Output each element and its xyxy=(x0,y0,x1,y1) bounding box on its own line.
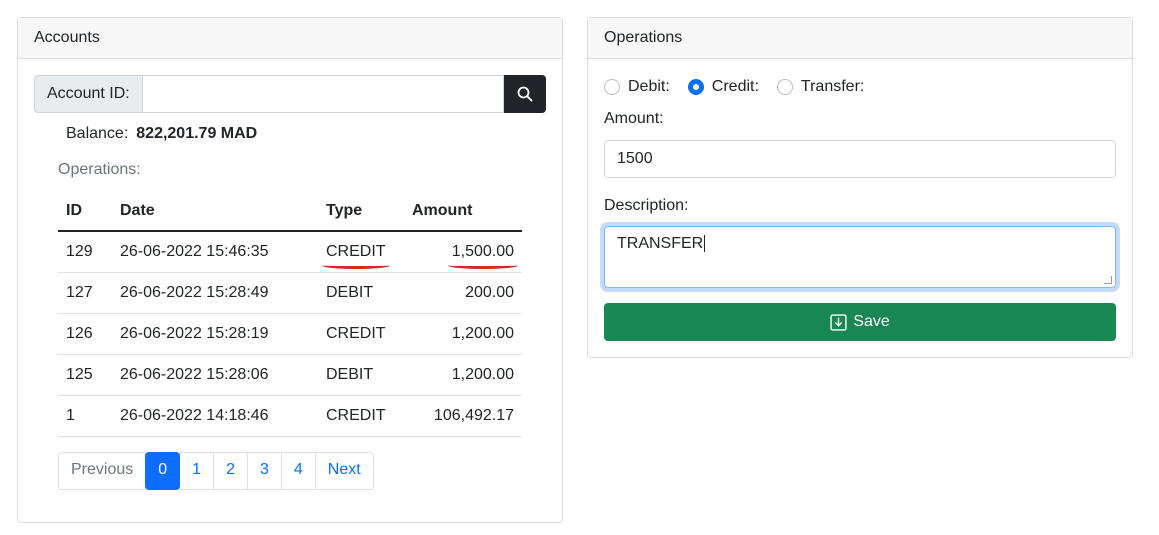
accounts-card: Accounts Account ID: Balance: 822,201.79 … xyxy=(17,17,563,523)
text-cursor xyxy=(704,235,706,252)
cell-id: 125 xyxy=(58,354,112,396)
column-header-type: Type xyxy=(318,191,404,232)
balance-label: Balance: xyxy=(66,125,129,142)
cell-amount: 106,492.17 xyxy=(404,395,522,437)
cell-type-text: CREDIT xyxy=(322,242,390,269)
cell-id: 127 xyxy=(58,272,112,314)
account-id-input-group: Account ID: xyxy=(34,75,546,113)
cell-id: 126 xyxy=(58,313,112,355)
cell-date: 26-06-2022 15:46:35 xyxy=(112,231,318,273)
cell-amount-text: 1,500.00 xyxy=(447,242,519,269)
pagination-page-3[interactable]: 3 xyxy=(246,452,282,490)
cell-amount: 1,200.00 xyxy=(404,354,522,396)
radio-transfer-label: Transfer: xyxy=(800,78,865,95)
pagination-page-4[interactable]: 4 xyxy=(280,452,316,490)
accounts-card-header: Accounts xyxy=(18,18,562,59)
operation-type-radios: Debit: Credit: Transfer: xyxy=(604,78,882,96)
radio-credit[interactable]: Credit: xyxy=(687,78,759,96)
description-textarea[interactable]: TRANSFER xyxy=(604,226,1116,288)
table-row: 129 26-06-2022 15:46:35 CREDIT 1,500.00 xyxy=(58,231,522,273)
cell-amount: 1,500.00 xyxy=(404,231,522,273)
cell-date: 26-06-2022 15:28:19 xyxy=(112,313,318,355)
radio-credit-label: Credit: xyxy=(711,78,759,95)
balance-value: 822,201.79 MAD xyxy=(136,125,258,142)
amount-input[interactable] xyxy=(604,140,1116,178)
column-header-id: ID xyxy=(58,191,112,232)
cell-amount: 200.00 xyxy=(404,272,522,314)
operations-card-header: Operations xyxy=(588,18,1132,59)
balance: Balance: 822,201.79 MAD xyxy=(66,125,257,143)
cell-date: 26-06-2022 15:28:06 xyxy=(112,354,318,396)
table-row: 1 26-06-2022 14:18:46 CREDIT 106,492.17 xyxy=(58,395,522,437)
description-text: TRANSFER xyxy=(617,235,704,252)
pagination-previous[interactable]: Previous xyxy=(58,452,147,490)
cell-date: 26-06-2022 14:18:46 xyxy=(112,395,318,437)
table-row: 127 26-06-2022 15:28:49 DEBIT 200.00 xyxy=(58,272,522,314)
pagination-page-2[interactable]: 2 xyxy=(213,452,248,490)
pagination-page-0[interactable]: 0 xyxy=(145,452,181,490)
operations-card: Operations Debit: Credit: Transfer: Amou… xyxy=(587,17,1133,358)
cell-type: CREDIT xyxy=(318,231,404,273)
cell-id: 129 xyxy=(58,231,112,273)
table-row: 126 26-06-2022 15:28:19 CREDIT 1,200.00 xyxy=(58,313,522,355)
resize-handle[interactable] xyxy=(1104,276,1112,284)
radio-debit[interactable]: Debit: xyxy=(604,78,670,96)
account-id-label: Account ID: xyxy=(34,75,142,113)
radio-debit-button[interactable] xyxy=(604,79,620,95)
cell-amount: 1,200.00 xyxy=(404,313,522,355)
table-row: 125 26-06-2022 15:28:06 DEBIT 1,200.00 xyxy=(58,354,522,396)
column-header-amount: Amount xyxy=(404,191,522,232)
pagination: Previous 0 1 2 3 4 Next xyxy=(58,452,374,490)
table-header-row: ID Date Type Amount xyxy=(58,191,522,232)
radio-credit-button[interactable] xyxy=(687,79,704,95)
column-header-date: Date xyxy=(112,191,318,232)
operations-table: ID Date Type Amount 129 26-06-2022 15:46… xyxy=(58,191,522,437)
cell-type: DEBIT xyxy=(318,272,404,314)
description-label: Description: xyxy=(604,197,689,214)
cell-date: 26-06-2022 15:28:49 xyxy=(112,272,318,314)
cell-type: DEBIT xyxy=(318,354,404,396)
cell-type: CREDIT xyxy=(318,395,404,437)
radio-debit-label: Debit: xyxy=(628,78,670,95)
pagination-next[interactable]: Next xyxy=(314,452,374,490)
save-label: Save xyxy=(853,313,890,330)
save-icon xyxy=(830,313,847,331)
account-id-input[interactable] xyxy=(142,75,504,113)
save-button[interactable]: Save xyxy=(604,303,1116,341)
search-button[interactable] xyxy=(504,75,546,113)
cell-type: CREDIT xyxy=(318,313,404,355)
radio-transfer-button[interactable] xyxy=(776,79,793,95)
cell-id: 1 xyxy=(58,395,112,437)
operations-label: Operations: xyxy=(58,161,141,178)
radio-transfer[interactable]: Transfer: xyxy=(776,78,865,96)
amount-label: Amount: xyxy=(604,110,664,127)
pagination-page-1[interactable]: 1 xyxy=(179,452,215,490)
search-icon xyxy=(517,86,533,102)
